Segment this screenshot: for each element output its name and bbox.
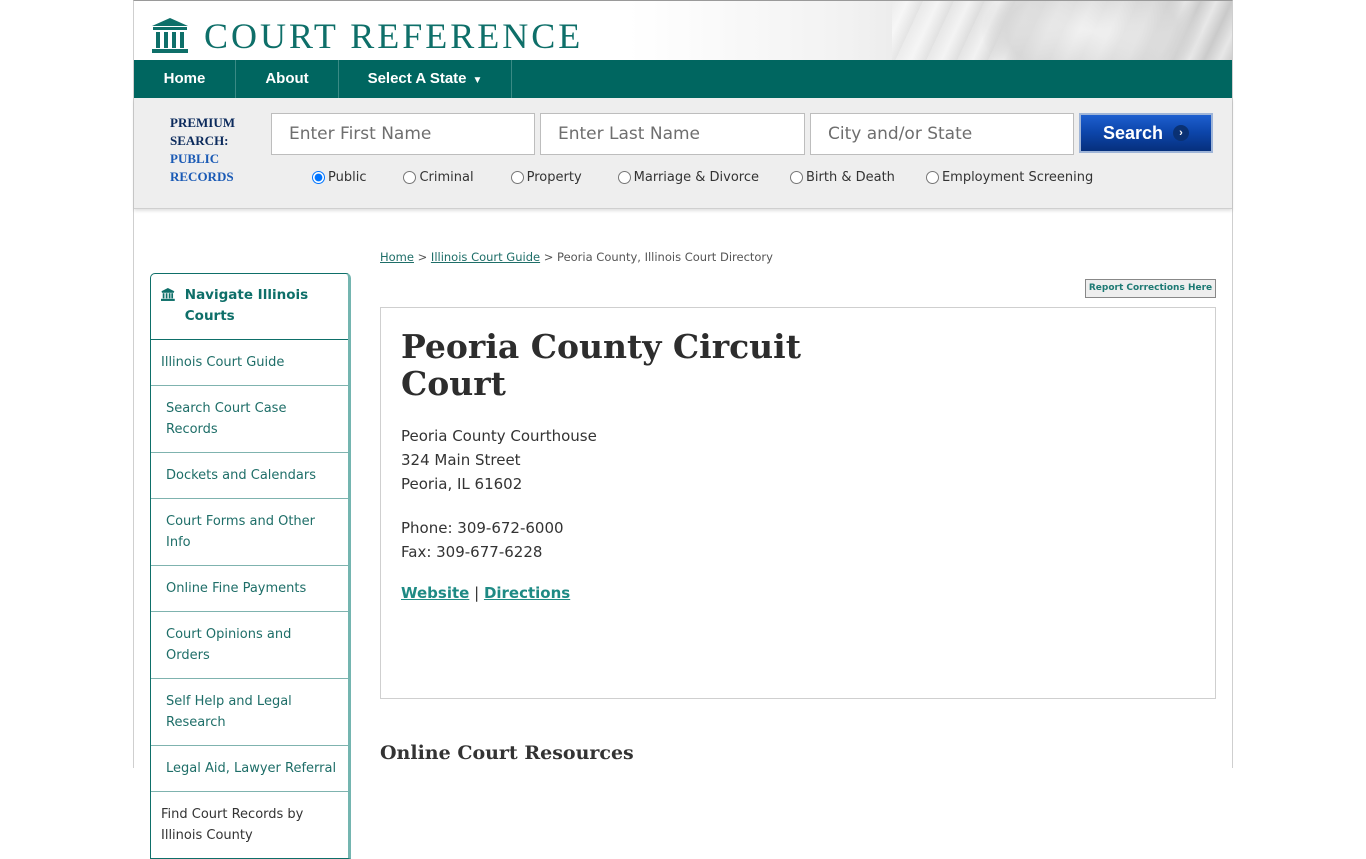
nav-select-state[interactable]: Select A State ▼ [339,60,512,98]
breadcrumb-current: Peoria County, Illinois Court Directory [557,250,773,264]
radio-label: Marriage & Divorce [633,170,759,185]
link-separator: | [469,584,484,602]
radio-employment-screening-input[interactable] [925,171,939,184]
premium-label-line: PUBLIC [170,151,220,166]
radio-label: Birth & Death [806,170,895,185]
radio-label: Criminal [419,170,474,185]
breadcrumb-home[interactable]: Home [380,250,414,264]
header-column-capital [982,1,1202,60]
radio-marriage-divorce[interactable]: Marriage & Divorce [617,170,759,185]
breadcrumb-separator: > [540,250,558,264]
sidebar-item-court-forms[interactable]: Court Forms and Other Info [151,499,348,566]
nav-home[interactable]: Home [134,60,236,98]
radio-criminal-input[interactable] [403,171,417,184]
city-state-input[interactable] [810,113,1074,155]
sidebar-title: Navigate Illinois Courts [184,287,309,324]
website-link[interactable]: Website [401,584,469,602]
premium-label-line: PREMIUM [170,115,235,130]
court-links: Website | Directions [401,584,570,602]
radio-public[interactable]: Public [312,170,366,185]
search-button[interactable]: Search › [1079,113,1213,153]
sidebar-item-find-records-by-county[interactable]: Find Court Records by Illinois County [151,792,348,858]
radio-property-input[interactable] [510,171,524,184]
radio-label: Property [526,170,582,185]
address-line: Peoria, IL 61602 [401,475,523,493]
sidebar-item-court-opinions[interactable]: Court Opinions and Orders [151,612,348,679]
chevron-right-icon: › [1173,125,1190,141]
search-button-label: Search [1102,122,1164,143]
address-line: 324 Main Street [401,451,521,469]
last-name-input[interactable] [540,113,805,155]
radio-property[interactable]: Property [510,170,582,185]
search-type-radios: Public Criminal Property Marriage & Divo… [312,170,1093,185]
radio-birth-death[interactable]: Birth & Death [790,170,895,185]
sidebar-item-illinois-court-guide[interactable]: Illinois Court Guide [151,340,348,386]
court-phone: Phone: 309-672-6000 [401,519,564,537]
breadcrumb: Home > Illinois Court Guide > Peoria Cou… [380,250,773,264]
court-info-card: Peoria County Circuit Court Peoria Count… [380,307,1216,699]
radio-criminal[interactable]: Criminal [403,170,474,185]
sidebar-item-legal-aid[interactable]: Legal Aid, Lawyer Referral [151,746,348,792]
main-content: Home > Illinois Court Guide > Peoria Cou… [134,210,1232,859]
main-nav: Home About Select A State ▼ [134,60,1232,98]
radio-marriage-divorce-input[interactable] [617,171,631,184]
nav-about[interactable]: About [236,60,339,98]
sidebar-item-search-court-case-records[interactable]: Search Court Case Records [151,386,348,453]
courthouse-icon [161,288,175,301]
radio-label: Employment Screening [941,170,1094,185]
report-corrections-button[interactable]: Report Corrections Here [1085,279,1216,298]
breadcrumb-separator: > [413,250,431,264]
sidebar-item-online-fine-payments[interactable]: Online Fine Payments [151,566,348,612]
radio-birth-death-input[interactable] [790,171,803,184]
site-header: COURT REFERENCE [134,1,1232,60]
court-fax: Fax: 309-677-6228 [401,543,543,561]
sidebar-item-self-help[interactable]: Self Help and Legal Research [151,679,348,746]
page-container: COURT REFERENCE Home About Select A Stat… [133,0,1233,859]
sidebar-nav: Navigate Illinois Courts Illinois Court … [150,273,351,859]
court-contact: Phone: 309-672-6000 Fax: 309-677-6228 [401,516,564,564]
sidebar-item-dockets-calendars[interactable]: Dockets and Calendars [151,453,348,499]
directions-link[interactable]: Directions [484,584,570,602]
premium-label-line: SEARCH: [170,133,229,148]
sidebar-header: Navigate Illinois Courts [151,274,348,340]
site-logo[interactable]: COURT REFERENCE [150,15,583,57]
nav-select-state-label: Select A State [367,70,467,87]
online-court-resources-heading: Online Court Resources [380,742,634,764]
first-name-input[interactable] [271,113,535,155]
court-address: Peoria County Courthouse 324 Main Street… [401,424,597,496]
radio-employment-screening[interactable]: Employment Screening [925,170,1094,185]
courthouse-icon [152,18,188,53]
address-line: Peoria County Courthouse [401,427,597,445]
premium-search-bar: PREMIUM SEARCH: PUBLIC RECORDS Search › … [134,98,1232,209]
premium-search-label: PREMIUM SEARCH: PUBLIC RECORDS [170,114,235,186]
radio-label: Public [328,170,367,185]
court-name-heading: Peoria County Circuit Court [401,327,801,403]
caret-down-icon: ▼ [472,75,483,86]
premium-label-line: RECORDS [170,169,234,184]
logo-text: COURT REFERENCE [204,16,584,56]
breadcrumb-illinois-guide[interactable]: Illinois Court Guide [431,250,540,264]
radio-public-input[interactable] [312,171,325,184]
